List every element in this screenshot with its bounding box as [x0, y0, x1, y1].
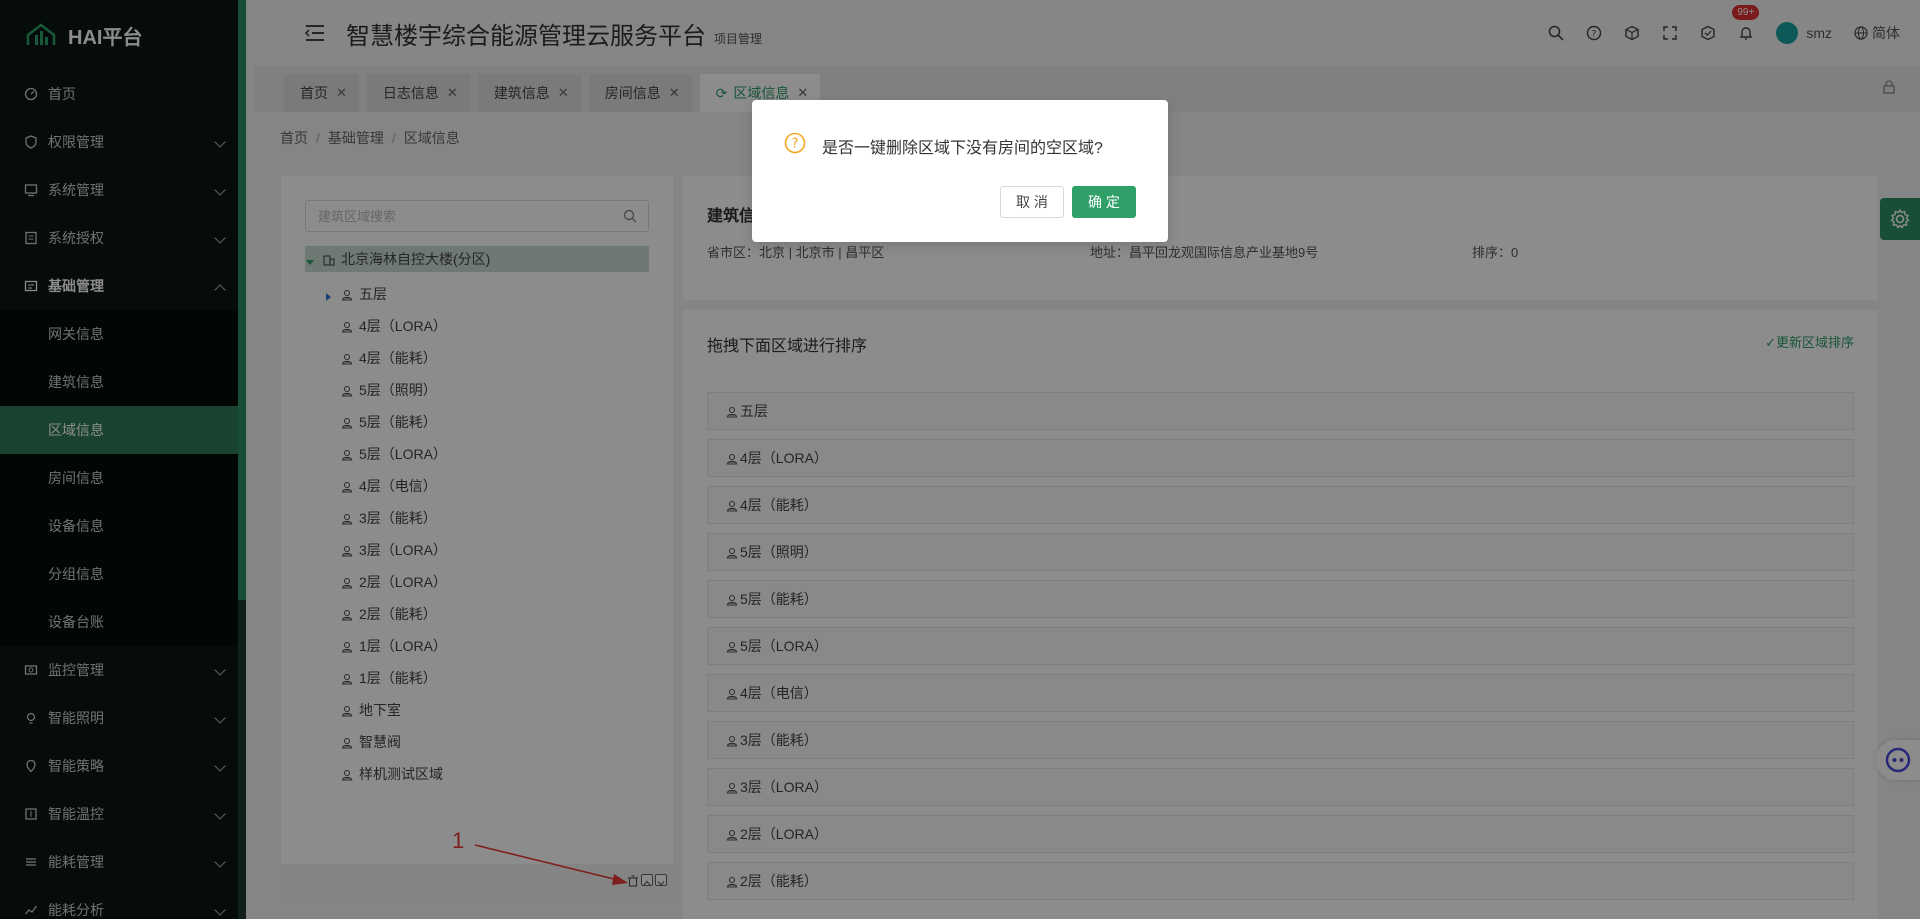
cancel-button[interactable]: 取 消	[1000, 186, 1064, 218]
confirm-button[interactable]: 确 定	[1072, 186, 1136, 218]
dialog-message: 是否一键删除区域下没有房间的空区域?	[822, 140, 1103, 157]
question-icon: ?	[784, 132, 806, 154]
svg-text:?: ?	[792, 137, 799, 152]
confirm-dialog: ? 是否一键删除区域下没有房间的空区域? 取 消 确 定	[752, 100, 1168, 242]
